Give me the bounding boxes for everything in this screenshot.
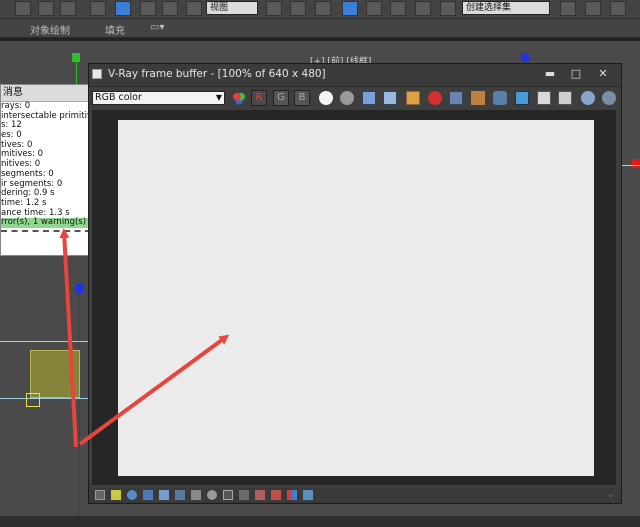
annotation-arrow-right [78,334,230,446]
annotation-arrow-up [59,228,78,448]
annotation-arrows [59,228,230,448]
